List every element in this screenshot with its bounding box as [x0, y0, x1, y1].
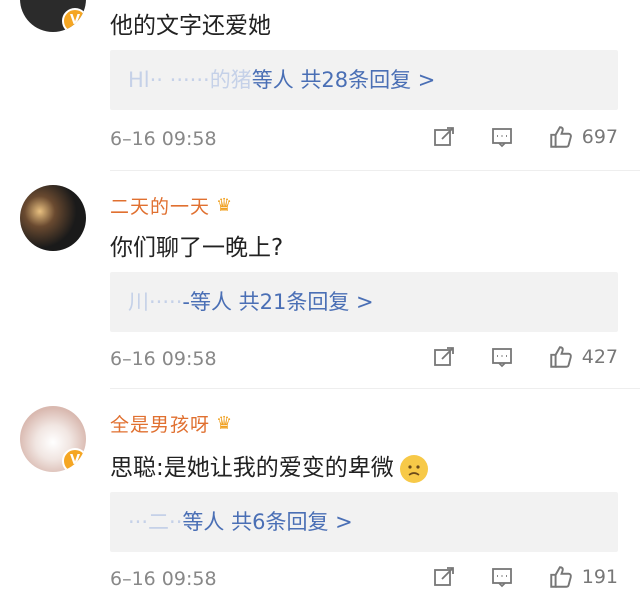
reply-names: 川····· [128, 290, 183, 314]
like-button[interactable]: 697 [548, 124, 618, 150]
comment-time: 6–16 09:58 [110, 128, 217, 150]
like-count: 191 [581, 566, 618, 588]
comment-item: V 他的文字还爱她 Hl·· ······的猪等人 共28条回复 > 6–16 … [0, 0, 640, 170]
comment-icon[interactable] [490, 125, 514, 149]
action-bar: 427 [398, 344, 618, 370]
like-button[interactable]: 191 [548, 564, 618, 590]
reply-preview[interactable]: ···二··等人 共6条回复 > [110, 492, 618, 552]
avatar[interactable]: V [20, 406, 86, 472]
comment-time: 6–16 09:58 [110, 348, 217, 370]
comment-text-body: 思聪:是她让我的爱变的卑微 [110, 455, 394, 481]
like-button[interactable]: 427 [548, 344, 618, 370]
reply-preview[interactable]: 川·····-等人 共21条回复 > [110, 272, 618, 332]
comment-text: 他的文字还爱她 [110, 13, 271, 39]
avatar[interactable]: V [20, 0, 86, 32]
crown-icon: ♛ [216, 195, 234, 216]
action-bar: 697 [398, 124, 618, 150]
comment-text: 思聪:是她让我的爱变的卑微 [110, 448, 428, 483]
share-icon[interactable] [432, 125, 456, 149]
thumbs-up-icon [550, 126, 572, 148]
reply-names: ···二·· [128, 510, 183, 534]
username-text: 二天的一天 [110, 196, 211, 218]
share-icon[interactable] [432, 565, 456, 589]
comment-item: 二天的一天 ♛ 你们聊了一晚上? 川·····-等人 共21条回复 > 6–16… [0, 170, 640, 388]
comment-icon[interactable] [490, 345, 514, 369]
reply-count: 共21条回复 > [238, 290, 374, 314]
like-count: 427 [581, 346, 618, 368]
username[interactable]: 全是男孩呀 ♛ [110, 410, 233, 437]
crown-icon: ♛ [216, 413, 234, 434]
comment-item: V 全是男孩呀 ♛ 思聪:是她让我的爱变的卑微 ···二··等人 共6条回复 >… [0, 388, 640, 592]
sad-emoji-icon [399, 454, 428, 483]
username[interactable]: 二天的一天 ♛ [110, 192, 233, 219]
comment-time: 6–16 09:58 [110, 568, 217, 590]
reply-suffix: -等人 [182, 290, 232, 314]
reply-preview[interactable]: Hl·· ······的猪等人 共28条回复 > [110, 50, 618, 110]
verified-badge-icon: V [62, 448, 86, 472]
reply-suffix: 等人 [182, 510, 225, 534]
avatar[interactable] [20, 185, 86, 251]
comment-text: 你们聊了一晚上? [110, 235, 284, 261]
verified-badge-icon: V [62, 8, 86, 32]
action-bar: 191 [398, 564, 618, 590]
reply-count: 共28条回复 > [300, 68, 436, 92]
reply-count: 共6条回复 > [231, 510, 353, 534]
thumbs-up-icon [550, 346, 572, 368]
thumbs-up-icon [550, 566, 572, 588]
comment-icon[interactable] [490, 565, 514, 589]
share-icon[interactable] [432, 345, 456, 369]
reply-suffix: 等人 [251, 68, 294, 92]
username-text: 全是男孩呀 [110, 414, 211, 436]
like-count: 697 [581, 126, 618, 148]
reply-names: Hl·· ······的猪 [128, 68, 252, 92]
